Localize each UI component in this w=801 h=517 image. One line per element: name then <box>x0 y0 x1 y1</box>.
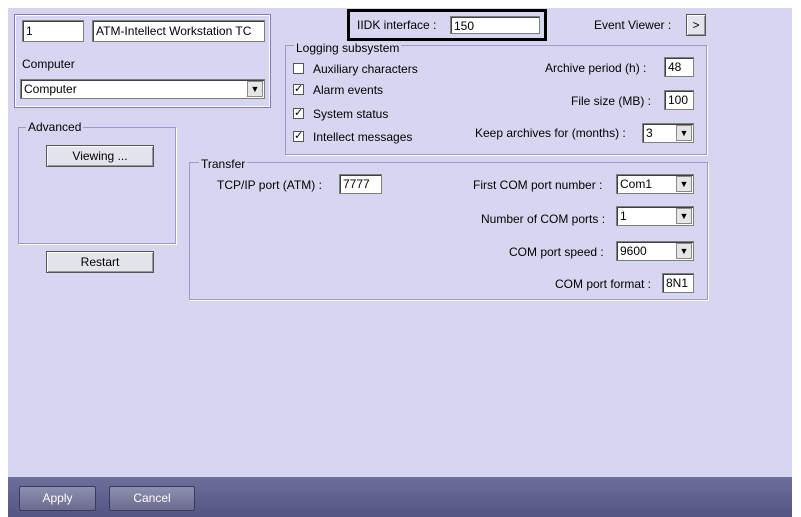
file-size-label: File size (MB) : <box>571 94 652 108</box>
event-viewer-button[interactable]: > <box>686 14 706 36</box>
num-com-value: 1 <box>620 209 627 223</box>
event-viewer-label: Event Viewer : <box>594 18 672 32</box>
intellect-messages-checkbox[interactable]: ✓ <box>293 131 304 142</box>
alarm-events-checkbox[interactable]: ✓ <box>293 84 304 95</box>
check-icon: ✓ <box>294 83 304 95</box>
chevron-down-icon[interactable]: ▼ <box>676 208 692 224</box>
logging-legend: Logging subsystem <box>294 41 402 55</box>
file-size-field[interactable]: 100 <box>664 90 694 110</box>
auxiliary-characters-label: Auxiliary characters <box>313 62 418 76</box>
advanced-legend: Advanced <box>26 120 84 134</box>
chevron-down-icon[interactable]: ▼ <box>247 81 263 97</box>
computer-select[interactable]: Computer ▼ <box>20 79 265 99</box>
alarm-events-label: Alarm events <box>313 83 384 97</box>
apply-button[interactable]: Apply <box>19 486 96 511</box>
tcp-port-label: TCP/IP port (ATM) : <box>217 178 322 192</box>
first-com-value: Com1 <box>620 177 653 191</box>
object-id-field[interactable]: 1 <box>22 20 84 42</box>
num-com-label: Number of COM ports : <box>481 212 606 226</box>
chevron-down-icon[interactable]: ▼ <box>676 125 692 141</box>
computer-select-value: Computer <box>24 82 77 96</box>
archive-period-label: Archive period (h) : <box>545 61 647 75</box>
restart-button[interactable]: Restart <box>46 251 154 273</box>
cancel-button[interactable]: Cancel <box>109 486 195 511</box>
chevron-down-icon[interactable]: ▼ <box>676 243 692 259</box>
intellect-messages-label: Intellect messages <box>313 130 413 144</box>
computer-label: Computer <box>22 57 75 71</box>
iidk-port-field[interactable]: 150 <box>450 16 540 34</box>
com-format-label: COM port format : <box>555 277 652 291</box>
archive-period-field[interactable]: 48 <box>664 57 694 77</box>
num-com-select[interactable]: 1 ▼ <box>616 206 694 226</box>
com-speed-label: COM port speed : <box>509 245 604 259</box>
com-format-field[interactable]: 8N1 <box>662 273 694 293</box>
com-speed-value: 9600 <box>620 244 647 258</box>
tcp-port-field[interactable]: 7777 <box>339 174 382 194</box>
com-speed-select[interactable]: 9600 ▼ <box>616 241 694 261</box>
transfer-legend: Transfer <box>199 157 248 171</box>
first-com-select[interactable]: Com1 ▼ <box>616 174 694 194</box>
iidk-label: IIDK interface : <box>357 18 437 32</box>
check-icon: ✓ <box>294 107 304 119</box>
first-com-label: First COM port number : <box>473 178 603 192</box>
chevron-down-icon[interactable]: ▼ <box>676 176 692 192</box>
check-icon: ✓ <box>294 130 304 142</box>
viewing-button[interactable]: Viewing ... <box>46 145 154 167</box>
keep-archives-label: Keep archives for (months) : <box>475 126 626 140</box>
keep-archives-select[interactable]: 3 ▼ <box>642 123 694 143</box>
system-status-checkbox[interactable]: ✓ <box>293 108 304 119</box>
auxiliary-characters-checkbox[interactable] <box>293 63 304 74</box>
keep-archives-value: 3 <box>646 126 653 140</box>
object-name-field[interactable]: ATM-Intellect Workstation TC <box>92 20 265 42</box>
system-status-label: System status <box>313 107 389 121</box>
